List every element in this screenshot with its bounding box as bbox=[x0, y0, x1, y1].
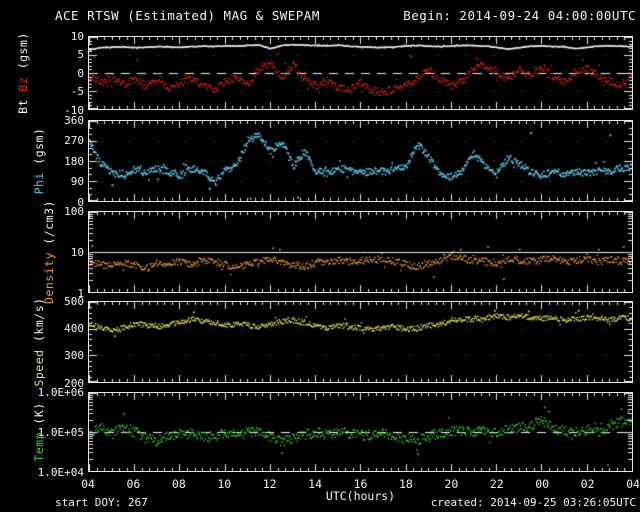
panel-temp bbox=[88, 392, 633, 472]
label-part: Bz bbox=[16, 76, 30, 92]
label-part: Speed bbox=[32, 342, 46, 387]
y-axis-label-phi: Phi (gsm) bbox=[28, 120, 50, 202]
begin-timestamp: Begin: 2014-09-24 04:00:00UTC bbox=[403, 8, 636, 23]
panel-phi bbox=[88, 120, 633, 202]
y-axis-label-text-temp: Temp (K) bbox=[32, 402, 46, 461]
label-part: (/cm3) bbox=[42, 200, 56, 245]
label-part: (gsm) bbox=[16, 32, 30, 77]
label-part: Phi bbox=[32, 164, 46, 195]
y-axis-label-bt-bz: Bt Bz (gsm) bbox=[12, 32, 34, 114]
panel-bt-bz bbox=[88, 36, 633, 110]
y-axis-label-text-speed: Speed (km/s) bbox=[32, 297, 46, 386]
panel-density-canvas bbox=[89, 212, 632, 292]
created-timestamp: created: 2014-09-25 03:26:05UTC bbox=[430, 496, 636, 509]
panel-bt-bz-canvas bbox=[89, 37, 632, 109]
label-part: (K) bbox=[32, 402, 46, 425]
label-part: (gsm) bbox=[32, 127, 46, 165]
label-part: Temp bbox=[32, 424, 46, 462]
panel-phi-canvas bbox=[89, 121, 632, 201]
panel-speed-canvas bbox=[89, 302, 632, 382]
plot-title: ACE RTSW (Estimated) MAG & SWEPAM bbox=[55, 8, 320, 23]
y-axis-label-text-density: Density (/cm3) bbox=[42, 200, 56, 304]
y-axis-label-density: Density (/cm3) bbox=[38, 200, 60, 304]
panel-density bbox=[88, 211, 633, 293]
y-axis-label-text-bt-bz: Bt Bz (gsm) bbox=[16, 32, 30, 114]
ace-rtsw-plot: ACE RTSW (Estimated) MAG & SWEPAM Begin:… bbox=[0, 0, 640, 512]
y-axis-label-text-phi: Phi (gsm) bbox=[32, 128, 46, 195]
start-doy-label: start DOY: 267 bbox=[55, 496, 148, 509]
panel-speed bbox=[88, 301, 633, 383]
y-axis-label-speed: Speed (km/s) bbox=[28, 297, 50, 386]
panel-temp-canvas bbox=[89, 393, 632, 471]
label-part: (km/s) bbox=[32, 297, 46, 342]
y-axis-label-temp: Temp (K) bbox=[28, 392, 50, 472]
label-part: Bt bbox=[16, 91, 30, 114]
